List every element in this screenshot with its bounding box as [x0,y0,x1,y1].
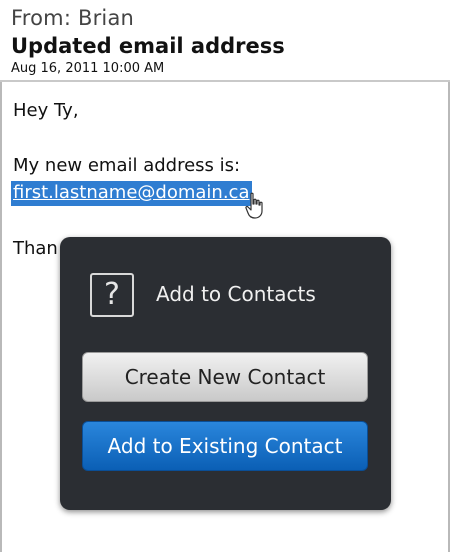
add-to-contacts-dialog: ? Add to Contacts Create New Contact Add… [60,237,391,510]
create-new-contact-button[interactable]: Create New Contact [82,352,368,402]
add-to-existing-contact-button[interactable]: Add to Existing Contact [82,421,368,471]
sender-label: From: Brian [11,6,135,30]
email-address-link[interactable]: first.lastname@domain.ca [11,181,253,206]
message-line: My new email address is: [13,155,241,176]
hand-cursor-icon [245,192,263,219]
screen-border-left [0,0,2,552]
subject-line: Updated email address [11,34,285,58]
dialog-title: Add to Contacts [156,282,316,306]
question-mark-icon: ? [90,273,134,317]
email-screen: From: Brian Updated email address Aug 16… [0,0,450,552]
message-closing: Than [13,238,58,259]
message-greeting: Hey Ty, [13,100,79,121]
message-header: From: Brian Updated email address Aug 16… [0,0,450,82]
timestamp: Aug 16, 2011 10:00 AM [11,61,165,76]
